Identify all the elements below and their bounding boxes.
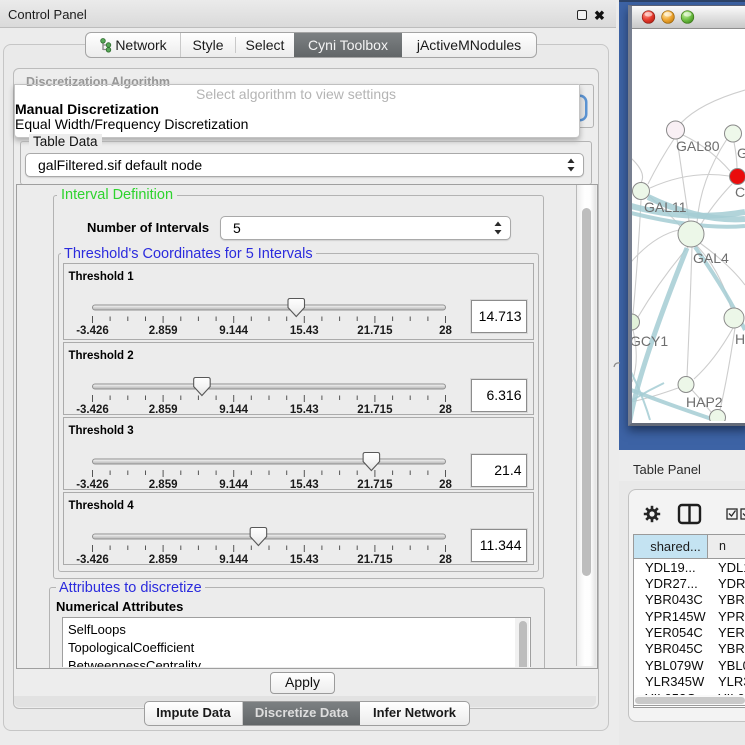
svg-text:2.859: 2.859 (148, 479, 177, 491)
svg-text:15.43: 15.43 (289, 479, 318, 491)
svg-text:-3.426: -3.426 (76, 479, 109, 491)
svg-text:9.144: 9.144 (219, 404, 248, 416)
svg-text:-3.426: -3.426 (76, 554, 109, 566)
svg-text:28: 28 (439, 404, 452, 416)
svg-text:9.144: 9.144 (219, 554, 248, 566)
svg-text:21.715: 21.715 (357, 325, 393, 337)
svg-text:28: 28 (439, 554, 452, 566)
svg-text:21.715: 21.715 (357, 479, 393, 491)
svg-text:15.43: 15.43 (289, 404, 318, 416)
svg-text:-3.426: -3.426 (76, 404, 109, 416)
svg-text:15.43: 15.43 (289, 554, 318, 566)
svg-text:21.715: 21.715 (357, 404, 393, 416)
svg-text:2.859: 2.859 (148, 554, 177, 566)
svg-text:28: 28 (439, 479, 452, 491)
svg-text:15.43: 15.43 (289, 325, 318, 337)
svg-text:2.859: 2.859 (148, 325, 177, 337)
svg-text:9.144: 9.144 (219, 325, 248, 337)
svg-text:21.715: 21.715 (357, 554, 393, 566)
svg-text:2.859: 2.859 (148, 404, 177, 416)
svg-text:-3.426: -3.426 (76, 325, 109, 337)
svg-text:28: 28 (439, 325, 452, 337)
svg-text:9.144: 9.144 (219, 479, 248, 491)
